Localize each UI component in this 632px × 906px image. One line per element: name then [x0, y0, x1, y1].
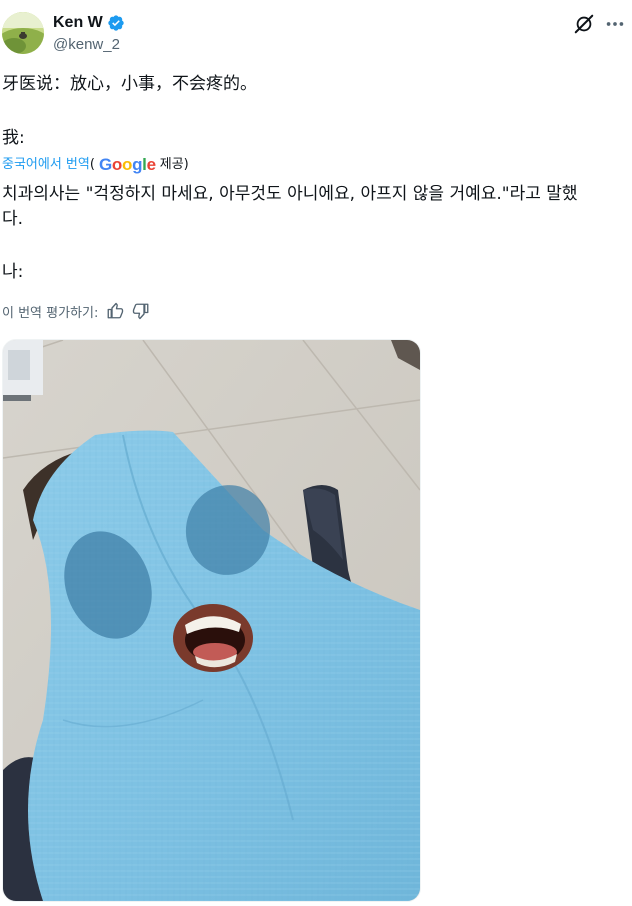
translated-text-line: 다.	[2, 209, 24, 229]
verified-badge-icon	[108, 15, 124, 31]
translated-text-line: 치과의사는 "걱정하지 마세요, 아무것도 아니에요, 아프지 않을 거예요."…	[2, 184, 578, 204]
translated-from-link[interactable]: 중국어에서 번역	[2, 155, 90, 175]
author-name-row: Ken W	[53, 13, 125, 33]
grok-slash-icon[interactable]	[573, 13, 595, 35]
photo-of-patient-under-dental-bib	[3, 340, 420, 901]
rate-translation-row: 이 번역 평가하기:	[2, 300, 150, 322]
translated-text-line: 나:	[2, 262, 24, 282]
avatar[interactable]	[2, 12, 44, 54]
paren-open: (	[89, 157, 95, 172]
tweet-text-line: 牙医说：放心，小事，不会疼的。	[2, 74, 257, 94]
thumbs-up-icon[interactable]	[106, 302, 124, 320]
tweet-text-line: 我:	[2, 128, 25, 148]
author-handle[interactable]: @kenw_2	[53, 36, 120, 53]
rate-translation-label: 이 번역 평가하기:	[2, 305, 99, 321]
tweet-header: Ken W @kenw_2	[0, 0, 632, 60]
more-dots-icon[interactable]	[604, 13, 626, 35]
avatar-landscape-icon	[2, 12, 44, 54]
tweet-photo[interactable]	[2, 339, 421, 902]
author-name[interactable]: Ken W	[53, 14, 103, 32]
translated-provided: 제공)	[159, 157, 189, 172]
thumbs-down-icon[interactable]	[132, 302, 150, 320]
translated-by-google: 중국어에서 번역 ( Google 제공)	[2, 155, 189, 175]
google-logo: Google	[98, 155, 156, 174]
